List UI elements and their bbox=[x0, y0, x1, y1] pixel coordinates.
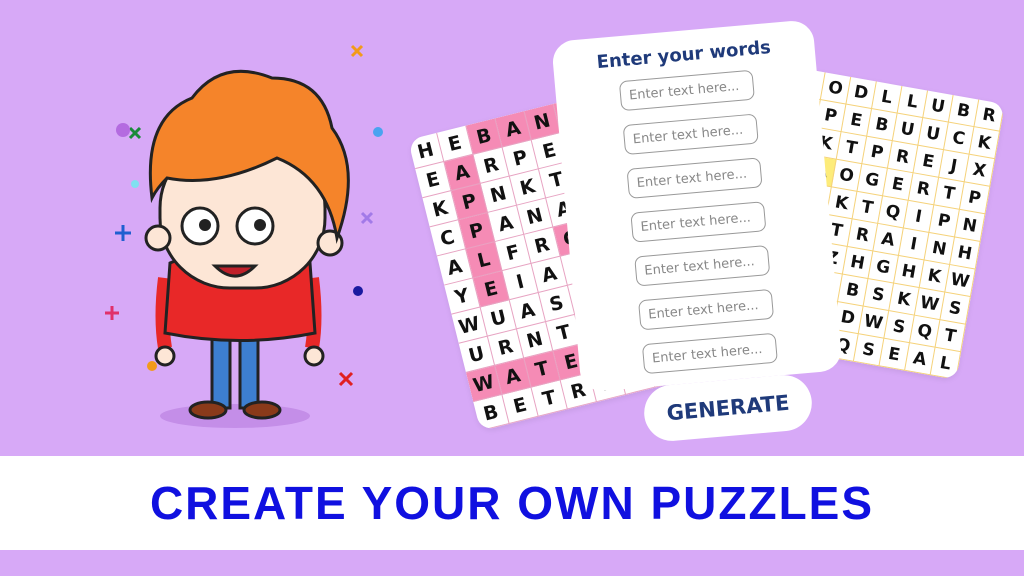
banner-title: CREATE YOUR OWN PUZZLES bbox=[149, 477, 875, 529]
grid-cell: S bbox=[940, 292, 971, 325]
cartoon-boy-illustration bbox=[105, 44, 383, 428]
word-input-5[interactable] bbox=[634, 244, 771, 287]
grid-cell: N bbox=[954, 209, 986, 242]
word-input-4[interactable] bbox=[630, 201, 767, 243]
banner: CREATE YOUR OWN PUZZLES bbox=[0, 456, 1024, 550]
word-input-7[interactable] bbox=[641, 332, 778, 375]
grid-cell: R bbox=[974, 99, 1005, 132]
word-input-1[interactable] bbox=[618, 69, 755, 112]
word-entry-card: Enter your words bbox=[551, 19, 843, 393]
grid-cell: X bbox=[964, 154, 996, 187]
word-input-6[interactable] bbox=[638, 288, 775, 331]
grid-cell: K bbox=[969, 127, 1000, 160]
grid-cell: W bbox=[945, 265, 976, 298]
grid-cell: P bbox=[959, 182, 991, 215]
word-input-3[interactable] bbox=[626, 157, 763, 199]
grid-cell: H bbox=[950, 237, 981, 270]
grid-cell: T bbox=[935, 320, 966, 353]
word-input-2[interactable] bbox=[622, 113, 759, 156]
word-inputs bbox=[555, 64, 842, 380]
grid-cell: L bbox=[930, 347, 962, 380]
